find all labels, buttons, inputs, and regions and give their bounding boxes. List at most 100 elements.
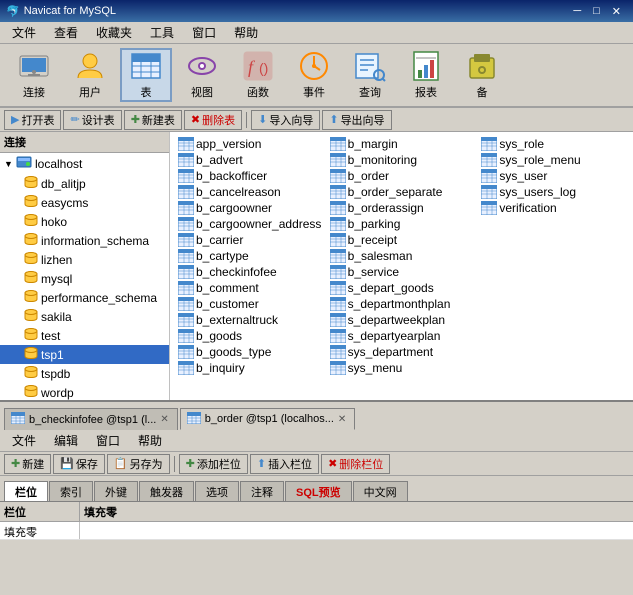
tab-fields[interactable]: 栏位: [4, 481, 48, 501]
tree-db-easycms[interactable]: easycms: [0, 193, 169, 212]
tree-db-sakila[interactable]: sakila: [0, 307, 169, 326]
table-item[interactable]: app_version: [174, 136, 326, 152]
tab-fk[interactable]: 外键: [94, 481, 138, 501]
tab-order[interactable]: b_order @tsp1 (localhos... ✕: [180, 408, 356, 430]
save-btn[interactable]: 💾 保存: [53, 454, 105, 474]
toolbar-table[interactable]: 表: [120, 48, 172, 102]
table-item[interactable]: b_customer: [174, 296, 326, 312]
table-item[interactable]: b_externaltruck: [174, 312, 326, 328]
table-item[interactable]: s_departyearplan: [326, 328, 478, 344]
maximize-btn[interactable]: □: [587, 5, 606, 17]
tab-close-order[interactable]: ✕: [338, 414, 346, 425]
table-item[interactable]: sys_user: [477, 168, 629, 184]
table-item[interactable]: b_carrier: [174, 232, 326, 248]
table-item[interactable]: b_orderassign: [326, 200, 478, 216]
delete-table-btn[interactable]: ✖ 删除表: [184, 110, 242, 130]
new-table-btn[interactable]: ✚ 新建表: [124, 110, 182, 130]
table-item[interactable]: b_comment: [174, 280, 326, 296]
add-field-btn[interactable]: ✚ 添加栏位: [179, 454, 248, 474]
toolbar-view[interactable]: 视图: [176, 48, 228, 102]
tree-db-tsp1[interactable]: tsp1: [0, 345, 169, 364]
menu-favorites[interactable]: 收藏夹: [88, 22, 140, 43]
design-table-btn[interactable]: ✏ 设计表: [63, 110, 121, 130]
tab-checkinfofee[interactable]: b_checkinfofee @tsp1 (l... ✕: [4, 408, 178, 430]
table-item[interactable]: b_goods: [174, 328, 326, 344]
tab-indexes[interactable]: 索引: [49, 481, 93, 501]
menu-tools[interactable]: 工具: [142, 22, 182, 43]
table-item[interactable]: sys_menu: [326, 360, 478, 376]
toolbar-report[interactable]: 报表: [400, 48, 452, 102]
table-item[interactable]: b_backofficer: [174, 168, 326, 184]
minimize-btn[interactable]: ─: [567, 5, 587, 17]
tree-db-mysql[interactable]: mysql: [0, 269, 169, 288]
col-header-field: 栏位: [0, 502, 80, 521]
tab-options[interactable]: 选项: [195, 481, 239, 501]
menu-file[interactable]: 文件: [4, 22, 44, 43]
tab-close-checkinfofee[interactable]: ✕: [160, 414, 168, 425]
tree-db-alitjp[interactable]: db_alitjp: [0, 174, 169, 193]
bottom-menu-edit[interactable]: 编辑: [46, 430, 86, 451]
design-icon: ✏: [70, 113, 79, 126]
bottom-menu-file[interactable]: 文件: [4, 430, 44, 451]
table-item[interactable]: s_departmonthplan: [326, 296, 478, 312]
table-item[interactable]: b_cargoowner_address: [174, 216, 326, 232]
close-btn[interactable]: ✕: [606, 5, 627, 18]
tab-comments[interactable]: 注释: [240, 481, 284, 501]
tree-db-wordp[interactable]: wordp: [0, 383, 169, 400]
toolbar-query[interactable]: 查询: [344, 48, 396, 102]
table-item[interactable]: verification: [477, 200, 629, 216]
table-item[interactable]: sys_users_log: [477, 184, 629, 200]
toolbar-event[interactable]: 事件: [288, 48, 340, 102]
table-item[interactable]: b_parking: [326, 216, 478, 232]
insert-field-btn[interactable]: ⬆ 插入栏位: [250, 454, 319, 474]
table-item[interactable]: b_inquiry: [174, 360, 326, 376]
table-item[interactable]: b_service: [326, 264, 478, 280]
export-wizard-btn[interactable]: ⬆ 导出向导: [322, 110, 391, 130]
toolbar-user[interactable]: 用户: [64, 48, 116, 102]
table-item[interactable]: b_order_separate: [326, 184, 478, 200]
table-item[interactable]: s_depart_goods: [326, 280, 478, 296]
save-as-btn[interactable]: 📋 另存为: [107, 454, 170, 474]
tree-db-information-schema[interactable]: information_schema: [0, 231, 169, 250]
table-item[interactable]: b_receipt: [326, 232, 478, 248]
tab-triggers[interactable]: 触发器: [139, 481, 194, 501]
menu-view[interactable]: 查看: [46, 22, 86, 43]
open-table-btn[interactable]: ▶ 打开表: [4, 110, 61, 130]
bottom-menu-window[interactable]: 窗口: [88, 430, 128, 451]
toolbar-connect[interactable]: 连接: [8, 48, 60, 102]
table-item[interactable]: b_order: [326, 168, 478, 184]
new-row-btn[interactable]: ✚ 新建: [4, 454, 51, 474]
tab-sql[interactable]: SQL预览: [285, 481, 352, 501]
menu-help[interactable]: 帮助: [226, 22, 266, 43]
table-item[interactable]: b_checkinfofee: [174, 264, 326, 280]
table-item[interactable]: b_cancelreason: [174, 184, 326, 200]
view-icon: [186, 50, 218, 82]
table-item[interactable]: sys_department: [326, 344, 478, 360]
menu-window[interactable]: 窗口: [184, 22, 224, 43]
delete-field-btn[interactable]: ✖ 删除栏位: [321, 454, 390, 474]
table-item[interactable]: b_cartype: [174, 248, 326, 264]
toolbar-backup[interactable]: 备: [456, 48, 508, 102]
bottom-action-bar: ✚ 新建 💾 保存 📋 另存为 ✚ 添加栏位 ⬆ 插入栏位 ✖ 删除栏位: [0, 452, 633, 476]
tree-db-tspdb[interactable]: tspdb: [0, 364, 169, 383]
toolbar-function[interactable]: f () 函数: [232, 48, 284, 102]
table-item[interactable]: b_cargoowner: [174, 200, 326, 216]
bottom-menu-help[interactable]: 帮助: [130, 430, 170, 451]
table-item[interactable]: s_departweekplan: [326, 312, 478, 328]
table-item[interactable]: sys_role_menu: [477, 152, 629, 168]
import-wizard-btn[interactable]: ⬇ 导入向导: [251, 110, 320, 130]
tree-db-performance-schema[interactable]: performance_schema: [0, 288, 169, 307]
tree-db-hoko[interactable]: hoko: [0, 212, 169, 231]
table-item[interactable]: b_advert: [174, 152, 326, 168]
tab-chinese[interactable]: 中文网: [353, 481, 408, 501]
tree-localhost[interactable]: ▼ localhost: [0, 153, 169, 174]
tree-db-lizhen[interactable]: lizhen: [0, 250, 169, 269]
table-item[interactable]: b_goods_type: [174, 344, 326, 360]
tree-db-test[interactable]: test: [0, 326, 169, 345]
save-icon: 💾: [60, 457, 74, 470]
table-item[interactable]: sys_role: [477, 136, 629, 152]
table-item[interactable]: b_salesman: [326, 248, 478, 264]
table-item[interactable]: b_monitoring: [326, 152, 478, 168]
user-label: 用户: [79, 84, 101, 100]
table-item[interactable]: b_margin: [326, 136, 478, 152]
